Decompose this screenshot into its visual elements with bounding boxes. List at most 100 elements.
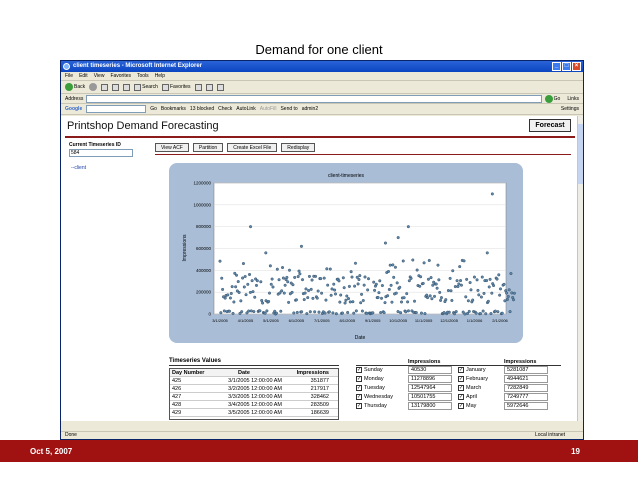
page-title: Printshop Demand Forecasting	[67, 120, 219, 132]
forecast-button[interactable]: Forecast	[529, 119, 571, 132]
data-point	[465, 277, 469, 281]
scrollbar-thumb[interactable]	[578, 124, 583, 184]
table-row[interactable]: 429 3/5/2005 12:00:00 AM 186639	[170, 409, 338, 417]
home-icon[interactable]	[123, 83, 131, 91]
summary-row: ✓ Thursday 13179800 ✓ May 5972646	[356, 402, 561, 411]
table-row[interactable]: 428 3/4/2005 12:00:00 AM 283509	[170, 401, 338, 409]
view-acf-button[interactable]: View ACF	[155, 143, 189, 152]
search-button[interactable]: Search	[134, 83, 158, 91]
menu-help[interactable]: Help	[155, 72, 165, 80]
google-search-input[interactable]	[86, 105, 147, 113]
address-input[interactable]	[86, 94, 542, 103]
autolink-button[interactable]: AutoLink	[236, 106, 255, 112]
maximize-icon[interactable]: □	[562, 62, 571, 71]
vertical-scrollbar[interactable]	[577, 116, 583, 421]
data-point	[347, 284, 351, 288]
data-point	[259, 280, 263, 284]
minimize-icon[interactable]: _	[552, 62, 561, 71]
favorites-button[interactable]: Favorites	[161, 83, 191, 91]
data-point	[373, 288, 377, 292]
table-row[interactable]: 426 3/2/2005 12:00:00 AM 217917	[170, 385, 338, 393]
create-excel-button[interactable]: Create Excel File	[227, 143, 278, 152]
address-bar: Address Go Links	[61, 94, 583, 104]
settings-button[interactable]: Settings	[561, 106, 583, 112]
check-button[interactable]: Check	[218, 106, 232, 112]
data-point	[343, 301, 347, 305]
print-icon[interactable]	[216, 83, 224, 91]
sendto-button[interactable]: Send to	[280, 106, 297, 112]
redisplay-button[interactable]: Redisplay	[281, 143, 316, 152]
data-point	[449, 289, 453, 293]
data-point	[237, 290, 241, 294]
menu-tools[interactable]: Tools	[137, 72, 149, 80]
checkbox-tuesday[interactable]: ✓	[356, 385, 362, 391]
data-point	[325, 267, 329, 271]
data-point	[243, 274, 247, 278]
mail-icon[interactable]	[205, 83, 213, 91]
status-text: Done	[65, 432, 77, 438]
data-point	[331, 311, 335, 315]
data-point	[291, 283, 295, 287]
refresh-icon[interactable]	[112, 83, 120, 91]
data-point	[476, 288, 480, 292]
data-point	[459, 279, 463, 283]
forward-arrow-icon[interactable]	[89, 83, 98, 91]
menu-edit[interactable]: Edit	[79, 72, 88, 80]
data-point	[508, 310, 512, 314]
data-point	[339, 293, 343, 297]
x-tick-label: 2/1/2006	[492, 318, 508, 323]
checkbox-thursday[interactable]: ✓	[356, 403, 362, 409]
data-point	[270, 277, 274, 281]
data-point	[423, 312, 427, 316]
checkbox-april[interactable]: ✓	[458, 394, 464, 400]
checkbox-march[interactable]: ✓	[458, 385, 464, 391]
back-button[interactable]: Back	[65, 83, 85, 91]
x-tick-label: 4/1/2005	[238, 318, 254, 323]
menu-favorites[interactable]: Favorites	[110, 72, 131, 80]
checkbox-january[interactable]: ✓	[458, 367, 464, 373]
user-label[interactable]: admin2	[302, 106, 318, 112]
blocked-button[interactable]: 13 blocked	[190, 106, 214, 112]
partition-button[interactable]: Partition	[192, 143, 224, 152]
menu-view[interactable]: View	[94, 72, 105, 80]
menu-file[interactable]: File	[65, 72, 73, 80]
checkbox-may[interactable]: ✓	[458, 403, 464, 409]
timeseries-table[interactable]: Day Number Date Impressions 425 3/1/2005 …	[169, 368, 339, 420]
tree-item-client[interactable]: --client	[71, 165, 86, 171]
stop-icon[interactable]	[101, 83, 109, 91]
data-point	[341, 276, 345, 280]
close-icon[interactable]: ×	[572, 62, 581, 71]
y-tick-label: 800000	[196, 224, 212, 229]
links-label[interactable]: Links	[567, 96, 583, 102]
data-point	[332, 282, 336, 286]
autofill-button[interactable]: AutoFill	[260, 106, 277, 112]
data-point	[290, 290, 294, 294]
data-point	[337, 279, 341, 283]
data-point	[293, 275, 297, 279]
checkbox-sunday[interactable]: ✓	[356, 367, 362, 373]
data-point	[485, 279, 489, 283]
history-icon[interactable]	[194, 83, 202, 91]
data-point	[493, 309, 497, 313]
address-go-button[interactable]: Go	[544, 94, 565, 103]
table-row[interactable]: 427 3/3/2005 12:00:00 AM 328462	[170, 393, 338, 401]
table-row[interactable]: 425 3/1/2005 12:00:00 AM 351877	[170, 377, 338, 385]
checkbox-monday[interactable]: ✓	[356, 376, 362, 382]
x-tick-label: 5/1/2005	[263, 318, 279, 323]
data-point	[500, 311, 504, 315]
data-point	[419, 311, 423, 315]
timeseries-id-input[interactable]: 584	[69, 149, 133, 157]
window-titlebar: client timeseries - Microsoft Internet E…	[61, 61, 583, 72]
data-point	[455, 279, 459, 283]
data-point	[377, 291, 381, 295]
x-tick-label: 7/1/2005	[314, 318, 330, 323]
checkbox-february[interactable]: ✓	[458, 376, 464, 382]
data-point	[271, 285, 275, 289]
bookmarks-button[interactable]: Bookmarks	[161, 106, 186, 112]
checkbox-wednesday[interactable]: ✓	[356, 394, 362, 400]
data-point	[469, 288, 473, 292]
data-point	[383, 241, 387, 245]
google-go-button[interactable]: Go	[150, 106, 157, 112]
data-point	[379, 311, 383, 315]
standard-toolbar: Back Search Favorites	[61, 81, 583, 94]
